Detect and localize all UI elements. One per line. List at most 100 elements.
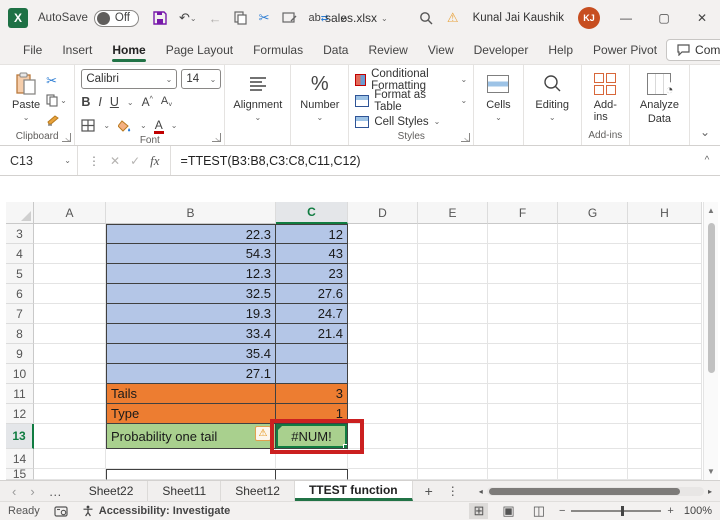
minimize-button[interactable]: —	[614, 11, 638, 25]
analyze-data-button[interactable]: Analyze Data	[634, 69, 685, 127]
cell-c3[interactable]: 12	[276, 224, 348, 244]
cell-h8[interactable]	[628, 324, 702, 344]
cell-e7[interactable]	[418, 304, 488, 324]
cell-f9[interactable]	[488, 344, 558, 364]
borders-button[interactable]	[81, 119, 95, 132]
cell-d5[interactable]	[348, 264, 418, 284]
confirm-entry-button[interactable]: ✓	[130, 154, 140, 168]
comments-button[interactable]: Comments	[666, 39, 720, 61]
cell-c7[interactable]: 24.7	[276, 304, 348, 324]
cell-a4[interactable]	[34, 244, 106, 264]
cell-e10[interactable]	[418, 364, 488, 384]
autosave-pill[interactable]: Off	[94, 10, 139, 27]
save-icon[interactable]	[153, 11, 167, 25]
error-checking-warning-icon[interactable]: ⚠	[255, 426, 271, 441]
cell-a10[interactable]	[34, 364, 106, 384]
underline-button[interactable]: U	[110, 95, 119, 109]
cell-b5[interactable]: 12.3	[106, 264, 276, 284]
collapse-ribbon-button[interactable]: ⌄	[700, 125, 710, 139]
cell-e9[interactable]	[418, 344, 488, 364]
cell-e6[interactable]	[418, 284, 488, 304]
formula-bar-kebab-icon[interactable]: ⋮	[88, 154, 100, 168]
sheet-nav-right-icon[interactable]: ›	[30, 484, 34, 499]
cell-b15[interactable]	[106, 469, 276, 480]
cell-h10[interactable]	[628, 364, 702, 384]
undo-button[interactable]: ↶⌄	[179, 10, 197, 26]
row-header-4[interactable]: 4	[6, 244, 34, 264]
tab-power-pivot[interactable]: Power Pivot	[584, 38, 666, 63]
scroll-up-icon[interactable]: ▲	[707, 202, 715, 219]
cell-h3[interactable]	[628, 224, 702, 244]
user-avatar[interactable]: KJ	[578, 7, 600, 29]
cut-button[interactable]: ✂	[46, 72, 67, 89]
cell-f3[interactable]	[488, 224, 558, 244]
format-painter-button[interactable]	[46, 112, 67, 129]
cell-b14[interactable]	[106, 449, 276, 469]
cell-g8[interactable]	[558, 324, 628, 344]
sheet-tab-sheet12[interactable]: Sheet12	[221, 481, 295, 501]
maximize-button[interactable]: ▢	[652, 11, 676, 25]
cell-b6[interactable]: 32.5	[106, 284, 276, 304]
editing-button[interactable]: Editing ⌄	[529, 69, 575, 124]
cell-d15[interactable]	[348, 469, 418, 480]
cell-f14[interactable]	[488, 449, 558, 469]
zoom-in-button[interactable]: +	[667, 505, 673, 517]
row-header-11[interactable]: 11	[6, 384, 34, 404]
sheet-tab-ttest-function[interactable]: TTEST function	[295, 481, 413, 501]
horizontal-scrollbar[interactable]: ◂ ▸	[471, 481, 720, 501]
font-color-button[interactable]: A	[155, 118, 163, 132]
cell-a11[interactable]	[34, 384, 106, 404]
cell-g4[interactable]	[558, 244, 628, 264]
tab-home[interactable]: Home	[103, 38, 154, 63]
cell-a13[interactable]	[34, 424, 106, 449]
row-header-7[interactable]: 7	[6, 304, 34, 324]
cell-c8[interactable]: 21.4	[276, 324, 348, 344]
cell-g15[interactable]	[558, 469, 628, 480]
cell-g10[interactable]	[558, 364, 628, 384]
cut-icon[interactable]: ✂	[259, 10, 270, 26]
underline-chevron-icon[interactable]: ⌄	[127, 98, 134, 107]
cell-e13[interactable]	[418, 424, 488, 449]
tab-review[interactable]: Review	[359, 38, 416, 63]
copy-button[interactable]: ⌄	[46, 92, 67, 109]
cell-h11[interactable]	[628, 384, 702, 404]
accessibility-status[interactable]: Accessibility: Investigate	[99, 505, 230, 517]
grow-font-button[interactable]: A^	[142, 95, 153, 109]
cell-b8[interactable]: 33.4	[106, 324, 276, 344]
cell-a8[interactable]	[34, 324, 106, 344]
font-size-select[interactable]: 14⌄	[181, 69, 221, 89]
cell-f8[interactable]	[488, 324, 558, 344]
cell-h4[interactable]	[628, 244, 702, 264]
font-name-select[interactable]: Calibri⌄	[81, 69, 177, 89]
name-box[interactable]: C13 ⌄	[0, 146, 78, 175]
page-break-view-button[interactable]: ◫	[529, 503, 549, 519]
column-header-f[interactable]: F	[488, 202, 558, 224]
cell-d9[interactable]	[348, 344, 418, 364]
cells-button[interactable]: Cells ⌄	[480, 69, 516, 124]
cell-g12[interactable]	[558, 404, 628, 424]
row-header-8[interactable]: 8	[6, 324, 34, 344]
sheet-nav-left-icon[interactable]: ‹	[12, 484, 16, 499]
copy-icon[interactable]	[234, 11, 247, 25]
cell-f5[interactable]	[488, 264, 558, 284]
cell-f6[interactable]	[488, 284, 558, 304]
cell-g3[interactable]	[558, 224, 628, 244]
cell-f4[interactable]	[488, 244, 558, 264]
page-layout-view-button[interactable]: ▣	[498, 503, 518, 519]
cell-d6[interactable]	[348, 284, 418, 304]
tab-help[interactable]: Help	[539, 38, 582, 63]
cell-g7[interactable]	[558, 304, 628, 324]
cell-e8[interactable]	[418, 324, 488, 344]
row-header-13[interactable]: 13	[6, 424, 34, 449]
cell-e4[interactable]	[418, 244, 488, 264]
scroll-left-icon[interactable]: ◂	[479, 487, 483, 496]
cell-c11[interactable]: 3	[276, 384, 348, 404]
cell-g14[interactable]	[558, 449, 628, 469]
select-all-button[interactable]	[6, 202, 34, 224]
cell-e14[interactable]	[418, 449, 488, 469]
zoom-slider[interactable]	[571, 510, 661, 512]
cell-c9[interactable]	[276, 344, 348, 364]
cell-h7[interactable]	[628, 304, 702, 324]
column-header-h[interactable]: H	[628, 202, 702, 224]
cell-e5[interactable]	[418, 264, 488, 284]
